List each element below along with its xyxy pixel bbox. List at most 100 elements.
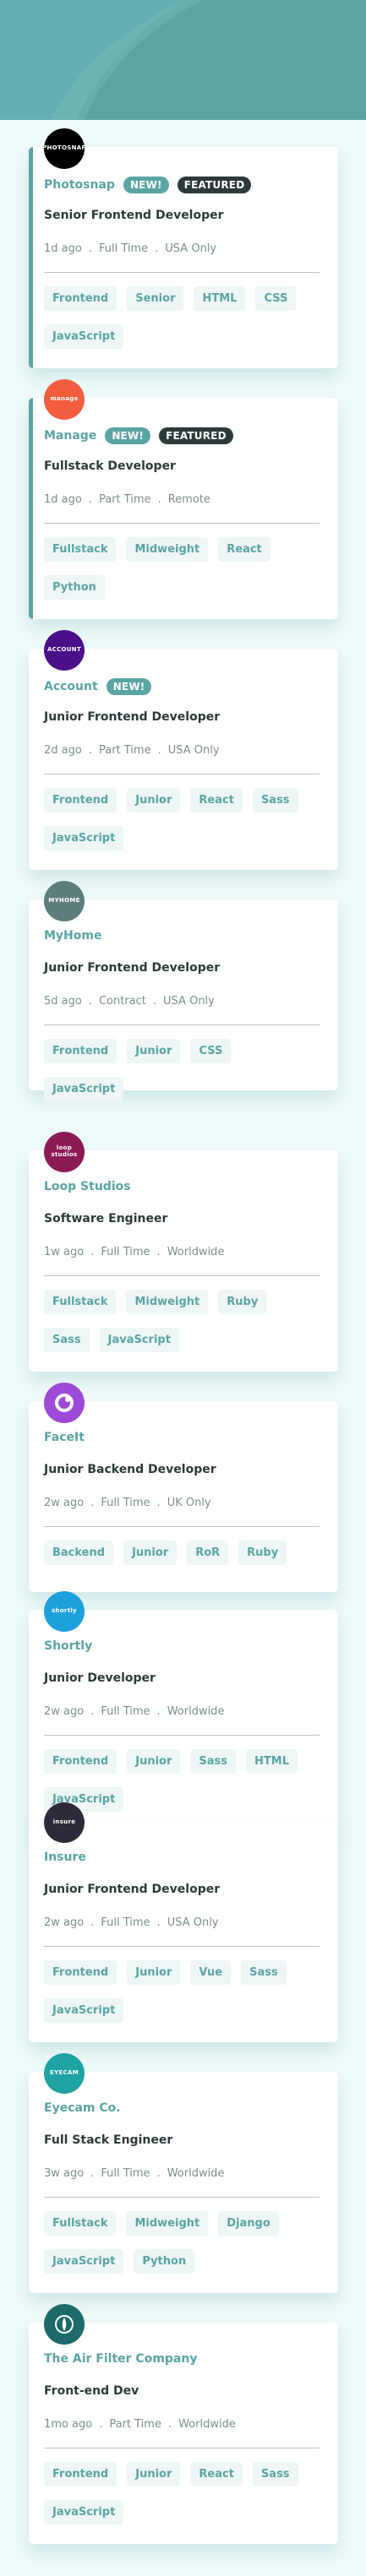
job-card[interactable]: FaceIt Junior Backend Developer 2w ago. Ful…	[29, 1383, 338, 1592]
job-contract: Part Time	[109, 2418, 161, 2431]
job-card[interactable]: The Air Filter Company Front-end Dev 1mo a…	[29, 2304, 338, 2544]
filter-tag[interactable]: Junior	[127, 1039, 181, 1063]
job-card[interactable]: insure Insure Junior Frontend Developer 2w …	[29, 1802, 338, 2042]
filter-tag[interactable]: Frontend	[44, 1960, 117, 1985]
header-banner	[0, 0, 366, 120]
filter-tag[interactable]: JavaScript	[44, 1998, 124, 2023]
filter-tag[interactable]: CSS	[255, 286, 297, 311]
job-contract: Part Time	[98, 744, 151, 757]
filter-tag[interactable]: React	[190, 2462, 243, 2486]
job-title[interactable]: Junior Frontend Developer	[44, 1883, 220, 1896]
job-meta: 5d ago. Contract. USA Only	[44, 995, 215, 1008]
filter-tag[interactable]: Sass	[252, 788, 298, 812]
meta-separator: .	[156, 1916, 161, 1929]
filter-tag[interactable]: Fullstack	[44, 1290, 117, 1314]
filter-tag[interactable]: Python	[44, 575, 105, 600]
job-title[interactable]: Software Engineer	[44, 1212, 167, 1226]
job-contract: Contract	[98, 995, 146, 1008]
filter-tag[interactable]: JavaScript	[44, 2500, 124, 2524]
job-location: USA Only	[165, 242, 217, 255]
filter-tag[interactable]: Frontend	[44, 788, 117, 812]
company-name: Shortly	[44, 1639, 93, 1653]
filter-tag[interactable]: React	[190, 788, 243, 812]
filter-tag[interactable]: Django	[218, 2211, 279, 2236]
filter-tag[interactable]: JavaScript	[44, 324, 124, 349]
job-title[interactable]: Junior Developer	[44, 1671, 156, 1685]
company-name: FaceIt	[44, 1431, 85, 1444]
job-card[interactable]: ACCOUNT Account NEW! Junior Frontend Develo…	[29, 630, 338, 870]
tag-list: Frontend Junior React Sass JavaScript	[44, 788, 320, 864]
company-logo	[44, 2304, 85, 2345]
meta-separator: .	[90, 1246, 95, 1258]
company-row: Insure	[44, 1850, 86, 1864]
job-title[interactable]: Front-end Dev	[44, 2384, 139, 2398]
job-title[interactable]: Full Stack Engineer	[44, 2133, 172, 2147]
job-posted: 1w ago	[44, 1246, 85, 1258]
job-meta: 1d ago. Part Time. Remote	[44, 493, 210, 506]
job-contract: Part Time	[98, 493, 151, 506]
filter-tag[interactable]: Midweight	[126, 1290, 209, 1314]
filter-tag[interactable]: CSS	[190, 1039, 232, 1063]
filter-tag[interactable]: HTML	[194, 286, 246, 311]
job-title[interactable]: Junior Frontend Developer	[44, 961, 220, 975]
job-title[interactable]: Junior Frontend Developer	[44, 710, 220, 724]
filter-tag[interactable]: HTML	[246, 1749, 298, 1774]
job-posted: 2w ago	[44, 1705, 85, 1718]
filter-tag[interactable]: Junior	[127, 1960, 181, 1985]
filter-tag[interactable]: Frontend	[44, 2462, 117, 2486]
filter-tag[interactable]: Sass	[44, 1328, 90, 1352]
filter-tag[interactable]: Junior	[127, 2462, 181, 2486]
filter-tag[interactable]: Backend	[44, 1541, 114, 1565]
job-card[interactable]: manage Manage NEW! FEATURED Fullstack Develo…	[29, 379, 338, 619]
job-meta: 2w ago. Full Time. Worldwide	[44, 1705, 224, 1718]
filter-tag[interactable]: React	[218, 537, 270, 562]
card-divider	[44, 1946, 320, 1947]
job-card[interactable]: MYHOME MyHome Junior Frontend Developer 5d …	[29, 881, 338, 1101]
filter-tag[interactable]: Midweight	[126, 537, 209, 562]
filter-tag[interactable]: Junior	[127, 1749, 181, 1774]
card-divider	[44, 2197, 320, 2198]
job-card[interactable]: shortly Shortly Junior Developer 2w ago. Ful…	[29, 1591, 338, 1831]
company-name: Manage	[44, 429, 97, 443]
filter-tag[interactable]: Frontend	[44, 286, 117, 311]
job-card[interactable]: PHOTOSNAP Photosnap NEW! FEATURED Senior Fro…	[29, 128, 338, 368]
filter-tag[interactable]: Sass	[252, 2462, 298, 2486]
filter-tag[interactable]: JavaScript	[44, 826, 124, 851]
filter-tag[interactable]: Python	[134, 2249, 195, 2274]
filter-tag[interactable]: Frontend	[44, 1039, 117, 1063]
filter-tag[interactable]: Ruby	[218, 1290, 267, 1314]
company-logo: MYHOME	[44, 881, 85, 921]
tag-list: Frontend Senior HTML CSS JavaScript	[44, 286, 320, 362]
filter-tag[interactable]: Sass	[190, 1749, 237, 1774]
job-posted: 5d ago	[44, 995, 82, 1008]
job-contract: Full Time	[101, 1705, 150, 1718]
filter-tag[interactable]: RoR	[187, 1541, 229, 1565]
filter-tag[interactable]: Ruby	[238, 1541, 287, 1565]
job-card[interactable]: EYECAM Eyecam Co. Full Stack Engineer 3w ag…	[29, 2053, 338, 2293]
job-title[interactable]: Senior Frontend Developer	[44, 209, 224, 222]
tag-list: Fullstack Midweight React Python	[44, 537, 320, 613]
filter-tag[interactable]: JavaScript	[44, 2249, 124, 2274]
filter-tag[interactable]: Senior	[127, 286, 184, 311]
filter-tag[interactable]: Junior	[123, 1541, 178, 1565]
filter-tag[interactable]: JavaScript	[44, 1077, 124, 1101]
filter-tag[interactable]: Vue	[190, 1960, 232, 1985]
job-title[interactable]: Fullstack Developer	[44, 459, 176, 473]
filter-tag[interactable]: Fullstack	[44, 2211, 117, 2236]
job-title[interactable]: Junior Backend Developer	[44, 1463, 216, 1476]
meta-separator: .	[90, 1916, 95, 1929]
filter-tag[interactable]: JavaScript	[99, 1328, 179, 1352]
meta-separator: .	[99, 2418, 103, 2431]
filter-tag[interactable]: Sass	[241, 1960, 287, 1985]
tag-list: Frontend Junior Vue Sass JavaScript	[44, 1960, 320, 2036]
meta-separator: .	[88, 242, 92, 255]
meta-separator: .	[88, 493, 92, 506]
company-row: Photosnap NEW! FEATURED	[44, 177, 252, 193]
filter-tag[interactable]: Midweight	[126, 2211, 209, 2236]
filter-tag[interactable]: Junior	[127, 788, 181, 812]
filter-tag[interactable]: Fullstack	[44, 537, 117, 562]
faceit-logo-icon	[55, 1394, 74, 1412]
filter-tag[interactable]: Frontend	[44, 1749, 117, 1774]
company-logo-text: PHOTOSNAP	[44, 144, 85, 152]
job-card[interactable]: loop studios Loop Studios Software Enginee…	[29, 1132, 338, 1372]
